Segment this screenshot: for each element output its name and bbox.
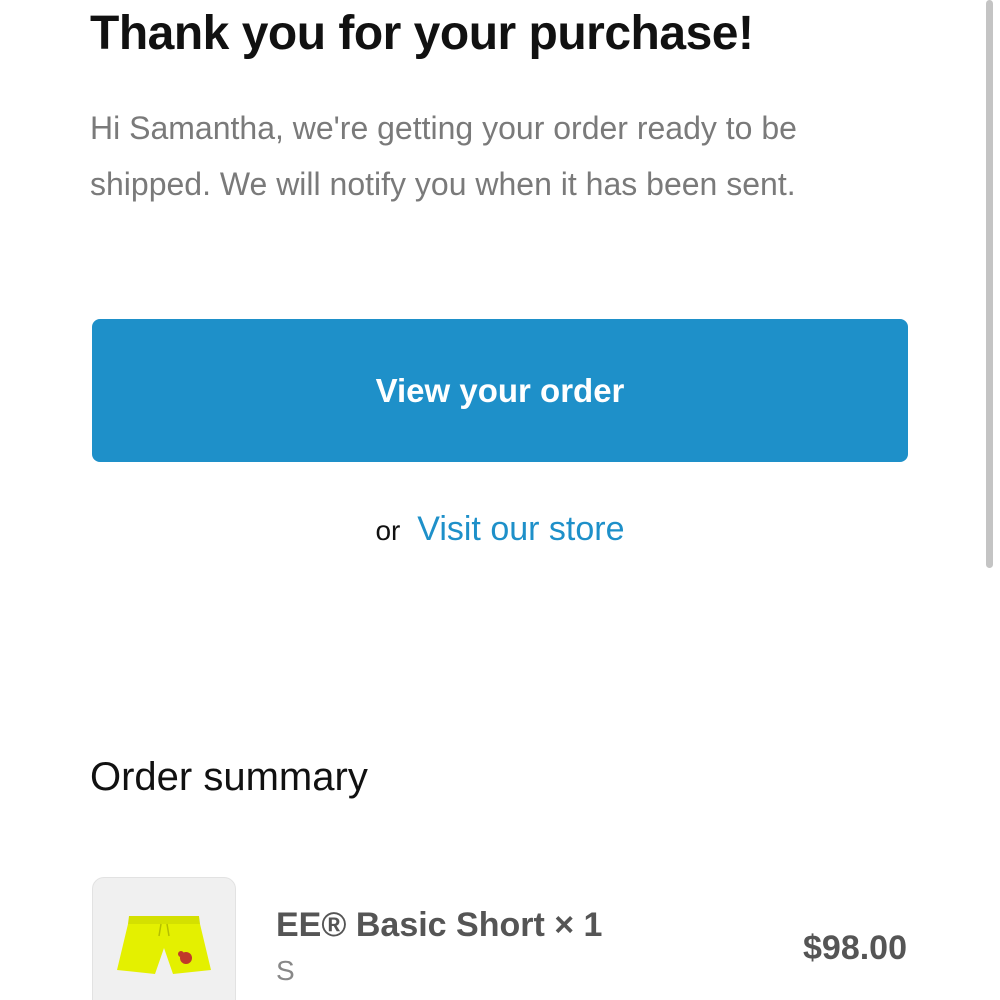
order-confirmation-page: Thank you for your purchase! Hi Samantha… — [0, 0, 1000, 1000]
visit-store-link[interactable]: Visit our store — [417, 510, 624, 548]
order-summary-heading: Order summary — [90, 755, 368, 799]
product-thumbnail — [92, 877, 236, 1000]
item-price: $98.00 — [803, 929, 907, 967]
page-title: Thank you for your purchase! — [90, 7, 754, 60]
scrollbar[interactable] — [986, 0, 993, 568]
item-name: EE® Basic Short × 1 — [276, 906, 603, 944]
view-order-button[interactable]: View your order — [92, 319, 908, 462]
secondary-action-row: or Visit our store — [0, 510, 1000, 549]
or-label: or — [375, 515, 401, 546]
item-variant: S — [276, 955, 295, 986]
confirmation-message: Hi Samantha, we're getting your order re… — [90, 110, 797, 202]
shorts-product-image — [117, 916, 211, 974]
